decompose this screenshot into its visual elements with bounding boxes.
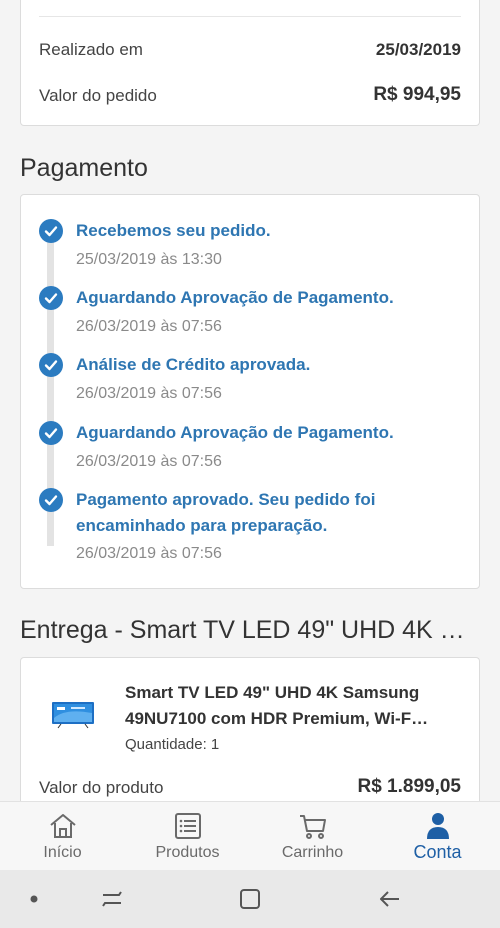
step-title: Aguardando Aprovação de Pagamento. [76, 423, 394, 442]
step-time: 26/03/2019 às 07:56 [76, 545, 222, 562]
step-time: 26/03/2019 às 07:56 [76, 453, 222, 470]
check-circle-icon [39, 219, 63, 243]
back-arrow-icon[interactable] [368, 870, 412, 928]
nav-item-produtos[interactable]: Produtos [125, 802, 250, 871]
nav-label: Carrinho [281, 844, 344, 861]
check-circle-icon [39, 421, 63, 445]
nav-label: Início [43, 844, 82, 861]
product-quantity: Quantidade: 1 [125, 736, 220, 753]
step-time: 26/03/2019 às 07:56 [76, 318, 222, 335]
delivery-section-title: Entrega - Smart TV LED 49" UHD 4K … [20, 616, 465, 644]
product-name: Smart TV LED 49" UHD 4K Samsung 49NU7100… [125, 680, 461, 732]
home-button-icon[interactable] [228, 870, 272, 928]
bottom-navigation: Início Produtos Carrinho Conta [0, 801, 500, 870]
check-circle-icon [39, 286, 63, 310]
home-icon [49, 814, 76, 838]
divider [39, 16, 461, 17]
order-date-label: Realizado em [39, 40, 143, 59]
list-icon [174, 813, 201, 839]
step-title: Pagamento aprovado. Seu pedido foi encam… [76, 490, 376, 535]
system-navigation-bar [0, 870, 500, 928]
check-circle-icon [39, 488, 63, 512]
step-title: Aguardando Aprovação de Pagamento. [76, 288, 394, 307]
nav-item-carrinho[interactable]: Carrinho [250, 802, 375, 871]
delivery-product-card[interactable]: Smart TV LED 49" UHD 4K Samsung 49NU7100… [20, 657, 480, 817]
order-total-label: Valor do pedido [39, 86, 157, 105]
step-title: Análise de Crédito aprovada. [76, 355, 311, 374]
user-icon [426, 813, 449, 839]
product-name-line: 49NU7100 com HDR Premium, Wi-F… [125, 709, 429, 728]
recent-apps-icon[interactable] [90, 870, 134, 928]
step-title: Recebemos seu pedido. [76, 221, 271, 240]
step-time: 25/03/2019 às 13:30 [76, 251, 222, 268]
payment-section-title: Pagamento [20, 154, 148, 182]
dot-icon[interactable] [14, 870, 54, 928]
product-name-line: Smart TV LED 49" UHD 4K Samsung [125, 683, 420, 702]
nav-label: Conta [413, 842, 462, 862]
tv-product-image [52, 702, 94, 729]
product-price-label: Valor do produto [39, 778, 164, 797]
order-summary-card: Realizado em 25/03/2019 Valor do pedido … [20, 0, 480, 126]
nav-label: Produtos [155, 844, 220, 861]
payment-timeline-card: Recebemos seu pedido. 25/03/2019 às 13:3… [20, 194, 480, 589]
nav-item-inicio[interactable]: Início [0, 802, 125, 871]
order-date-value: 25/03/2019 [375, 40, 461, 59]
step-time: 26/03/2019 às 07:56 [76, 385, 222, 402]
nav-item-conta[interactable]: Conta [375, 802, 500, 871]
product-price-value: R$ 1.899,05 [357, 776, 461, 797]
order-total-value: R$ 994,95 [373, 84, 461, 105]
cart-icon [299, 815, 326, 839]
check-circle-icon [39, 353, 63, 377]
